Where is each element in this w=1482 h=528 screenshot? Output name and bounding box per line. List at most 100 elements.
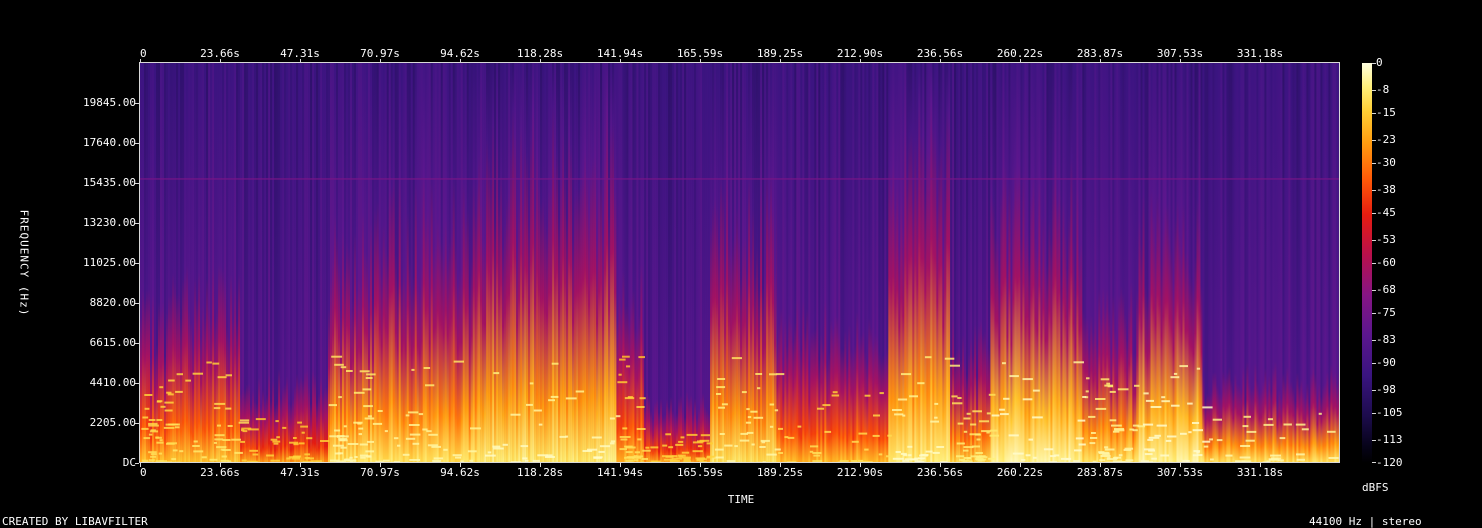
spectrum-column <box>1002 63 1005 463</box>
spectrum-column <box>400 63 403 463</box>
spectrum-column <box>1176 63 1179 463</box>
harmonic-streak <box>626 365 631 368</box>
harmonic-streak <box>408 424 420 426</box>
harmonic-streak <box>895 451 901 453</box>
spectrum-column <box>454 63 457 463</box>
spectrum-column <box>522 63 525 463</box>
harmonic-streak <box>349 456 353 459</box>
harmonic-streak <box>157 400 163 403</box>
harmonic-streak <box>864 448 869 451</box>
harmonic-streak <box>353 421 363 424</box>
spectrum-column <box>228 63 231 463</box>
harmonic-streak <box>970 423 977 426</box>
spectrum-column <box>452 63 455 463</box>
spectrum-column <box>1174 63 1177 463</box>
harmonic-streak <box>719 433 725 435</box>
harmonic-streak <box>365 450 375 453</box>
harmonic-streak <box>470 427 481 430</box>
spectrum-column <box>832 63 835 463</box>
harmonic-streak <box>453 360 464 363</box>
spectrum-column <box>418 63 421 463</box>
harmonic-streak <box>951 395 958 398</box>
harmonic-streak <box>343 425 347 428</box>
harmonic-streak <box>975 452 983 454</box>
harmonic-streak <box>999 408 1005 411</box>
harmonic-streak <box>1028 438 1033 441</box>
spectrum-column <box>1300 63 1303 463</box>
spectrum-column <box>284 63 287 463</box>
harmonic-streak <box>266 454 274 457</box>
spectrum-column <box>1142 63 1145 463</box>
harmonic-streak <box>1173 372 1178 375</box>
harmonic-streak <box>751 443 755 446</box>
spectrum-column <box>1262 63 1265 463</box>
spectrum-column <box>306 63 309 463</box>
spectrum-column <box>1298 63 1301 463</box>
harmonic-streak <box>1095 407 1107 410</box>
harmonic-streak <box>638 356 645 359</box>
harmonic-streak <box>878 453 883 456</box>
spectrum-column <box>1320 63 1323 463</box>
harmonic-streak <box>1144 461 1153 463</box>
harmonic-streak <box>431 445 441 448</box>
spectrum-column <box>1014 63 1017 463</box>
y-tick-label: DC <box>122 456 136 469</box>
harmonic-streak <box>358 427 364 430</box>
spectrum-column <box>1220 63 1223 463</box>
harmonic-streak <box>940 461 948 463</box>
colorbar-tick-label: -53 <box>1376 233 1396 246</box>
harmonic-streak <box>812 452 822 454</box>
spectrum-column <box>1156 63 1159 463</box>
harmonic-streak <box>1210 458 1214 461</box>
spectrum-column <box>1316 63 1319 463</box>
harmonic-streak <box>156 441 164 444</box>
spectrum-column <box>726 63 729 463</box>
harmonic-streak <box>909 395 918 398</box>
harmonic-streak <box>665 455 674 458</box>
spectrum-column <box>718 63 721 463</box>
harmonic-streak <box>384 430 388 433</box>
spectrum-column <box>1114 63 1117 463</box>
spectrum-column <box>348 63 351 463</box>
spectrum-column <box>972 63 975 463</box>
spectrum-column <box>582 63 585 463</box>
spectrum-column <box>974 63 977 463</box>
spectrum-column <box>754 63 757 463</box>
spectrum-column <box>1286 63 1289 463</box>
spectrum-column <box>778 63 781 463</box>
spectrum-column <box>1248 63 1251 463</box>
harmonic-streak <box>148 419 156 421</box>
harmonic-streak <box>340 435 349 438</box>
spectrum-column <box>296 63 299 463</box>
harmonic-streak <box>238 421 249 424</box>
spectrum-column <box>1204 63 1207 463</box>
spectrum-column <box>1338 63 1340 463</box>
harmonic-streak <box>222 439 231 441</box>
x-tick-label: 212.90s <box>836 47 884 60</box>
harmonic-streak <box>171 458 177 461</box>
harmonic-streak <box>914 457 924 460</box>
harmonic-streak <box>1134 384 1140 387</box>
spectrum-column <box>388 63 391 463</box>
harmonic-streak <box>1270 454 1281 457</box>
harmonic-streak <box>156 419 163 421</box>
harmonic-streak <box>641 458 648 460</box>
harmonic-streak <box>990 429 998 432</box>
harmonic-streak <box>991 414 1000 417</box>
harmonic-streak <box>984 462 994 463</box>
spectrum-column <box>902 63 905 463</box>
harmonic-streak <box>306 457 314 460</box>
harmonic-streak <box>443 448 448 451</box>
spectrum-column <box>696 63 699 463</box>
spectrum-column <box>248 63 251 463</box>
harmonic-streak <box>525 459 529 462</box>
spectrum-column <box>988 63 991 463</box>
spectrum-column <box>682 63 685 463</box>
spectrum-column <box>640 63 643 463</box>
spectrum-column <box>1206 63 1209 463</box>
harmonic-streak <box>273 442 279 445</box>
spectrum-column <box>884 63 887 463</box>
harmonic-streak <box>272 440 281 443</box>
spectrum-column <box>772 63 775 463</box>
harmonic-streak <box>697 458 707 461</box>
